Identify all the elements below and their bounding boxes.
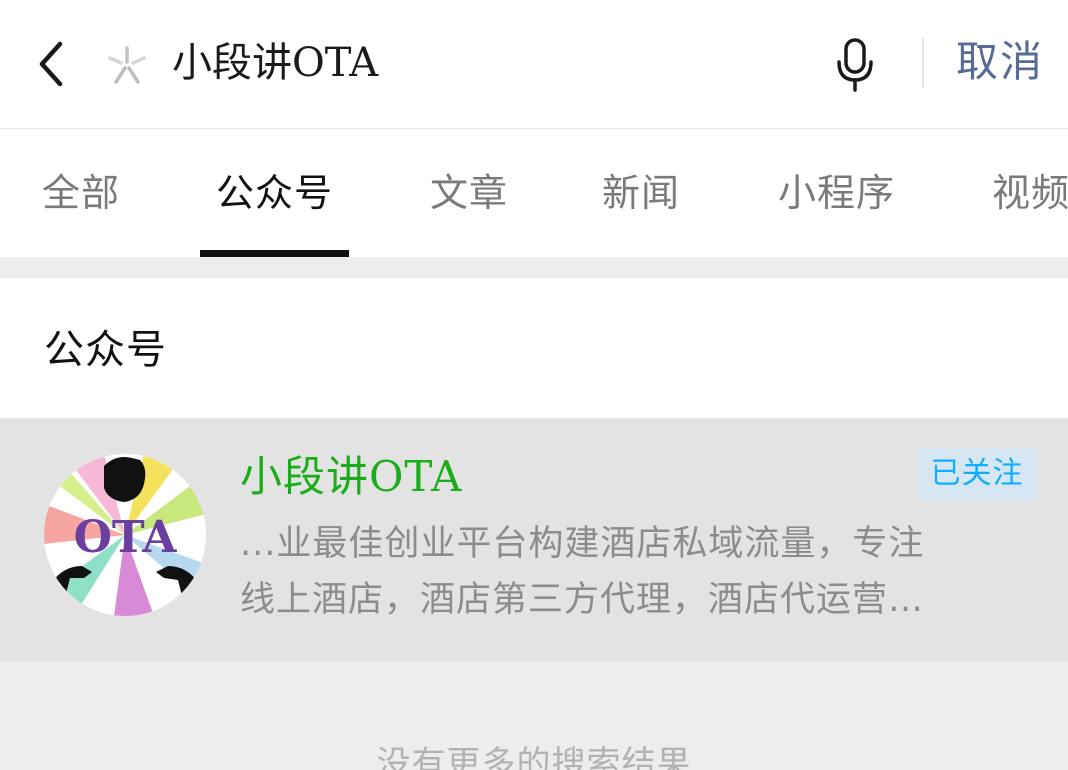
- back-button[interactable]: [30, 36, 74, 92]
- tab-videos[interactable]: 视频: [992, 165, 1068, 221]
- divider: [922, 38, 924, 88]
- voice-input-button[interactable]: [830, 34, 880, 94]
- microphone-icon: [837, 38, 873, 92]
- search-bar: 取消: [0, 0, 1068, 129]
- account-description-line1: ...业最佳创业平台构建酒店私域流量，专注: [240, 524, 925, 564]
- cancel-button[interactable]: 取消: [956, 30, 1044, 94]
- tab-news[interactable]: 新闻: [602, 165, 680, 221]
- sparkle-search-icon: [104, 42, 150, 88]
- section-header: 公众号: [0, 278, 1068, 418]
- followed-badge[interactable]: 已关注: [918, 448, 1036, 500]
- avatar-logo-text: OTA: [74, 512, 178, 563]
- no-more-results-text: 没有更多的搜索结果: [376, 744, 692, 770]
- tab-articles[interactable]: 文章: [430, 165, 508, 221]
- tab-all[interactable]: 全部: [42, 165, 120, 221]
- section-title: 公众号: [44, 327, 167, 373]
- search-tabs: 全部 公众号 文章 新闻 小程序 视频: [0, 129, 1068, 257]
- tab-official-accounts[interactable]: 公众号: [216, 165, 333, 221]
- search-input[interactable]: [172, 28, 792, 98]
- search-results-page: 取消 全部 公众号 文章 新闻 小程序 视频 公众号: [0, 0, 1068, 770]
- tab-mini-programs[interactable]: 小程序: [778, 165, 895, 221]
- account-description-line2: 线上酒店，酒店第三方代理，酒店代运营…: [240, 580, 925, 620]
- chevron-left-icon: [39, 41, 63, 87]
- account-avatar[interactable]: OTA: [44, 454, 206, 616]
- account-name: 小段讲OTA: [240, 452, 463, 501]
- active-tab-indicator: [200, 250, 349, 257]
